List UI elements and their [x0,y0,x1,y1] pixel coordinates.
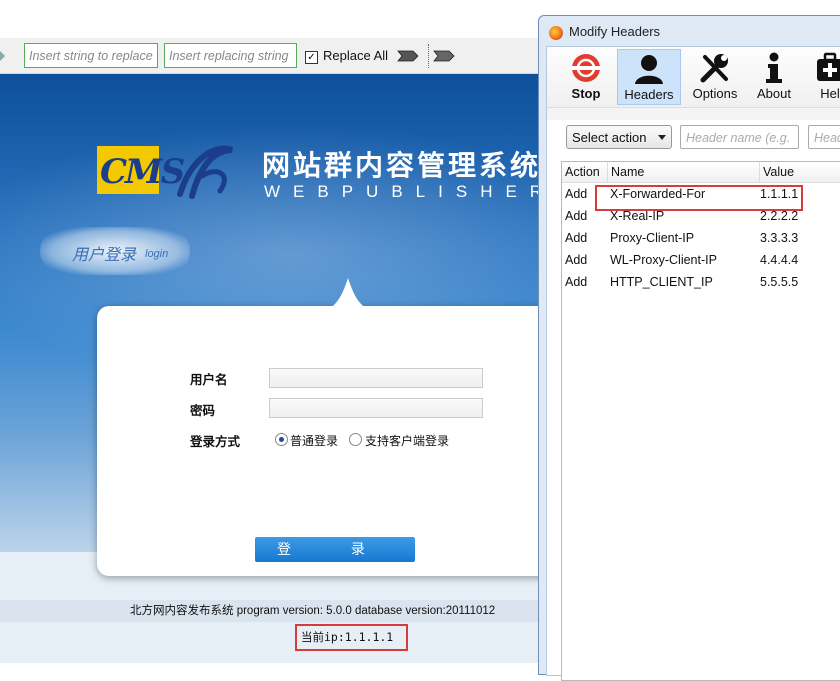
options-icon [700,54,728,83]
login-button[interactable]: 登 录 [255,537,415,562]
column-header-name[interactable]: Name [608,162,760,182]
chevron-down-icon [658,135,666,140]
extension-toolbar: Stop Headers Options About Hel [547,47,840,108]
username-input[interactable] [269,368,483,388]
find-replace-toolbar: Insert string to replace Insert replacin… [0,38,560,74]
row-value: 4.4.4.4 [760,253,799,267]
window-content: Stop Headers Options About Hel Select ac… [546,46,840,681]
password-label: 密码 [190,404,216,418]
header-name-input[interactable]: Header name (e.g. [680,125,799,149]
header-value-input[interactable]: Heac [808,125,840,149]
window-title: Modify Headers [569,24,661,39]
row-value: 3.3.3.3 [760,231,799,245]
system-title: 网站群内容管理系统 [262,150,542,181]
replace-string-input[interactable]: Insert replacing string [164,43,297,68]
version-text: 北方网内容发布系统 program version: 5.0.0 databas… [130,605,496,617]
select-action-value: Select action [572,130,647,145]
login-tab-title: 用户登录 [72,247,137,264]
row-name: WL-Proxy-Client-IP [610,253,717,267]
system-subtitle: WEBPUBLISHER [264,182,556,201]
table-row[interactable]: Add WL-Proxy-Client-IP 4.4.4.4 [562,249,840,271]
table-header: Action Name Value [562,162,840,183]
options-label: Options [692,86,738,101]
help-label: Hel [820,86,840,101]
stop-icon [572,54,600,82]
version-footer: 北方网内容发布系统 program version: 5.0.0 databas… [0,600,560,622]
headers-table: Action Name Value Add X-Forwarded-For 1.… [561,161,840,681]
help-button[interactable]: Hel [805,49,840,105]
login-mode-label: 登录方式 [190,435,241,449]
toolbar-separator [428,44,429,68]
about-icon [766,52,782,83]
replace-all-label: Replace All [323,48,389,63]
card-notch [318,278,378,314]
stop-button[interactable]: Stop [561,49,611,105]
stop-label: Stop [571,86,601,101]
row-name: HTTP_CLIENT_IP [610,275,713,289]
toolbar-divider [547,108,840,120]
options-button[interactable]: Options [687,49,743,105]
row-action: Add [565,209,588,223]
username-label: 用户名 [190,373,228,387]
table-row[interactable]: Add HTTP_CLIENT_IP 5.5.5.5 [562,271,840,293]
modify-headers-window: Modify Headers Stop Headers Options Abou… [538,15,840,681]
row-action: Add [565,275,588,289]
client-login-label: 支持客户端登录 [365,434,450,448]
headers-icon [635,55,663,84]
help-icon [817,52,840,81]
replace-next-icon[interactable] [397,50,419,62]
find-string-input[interactable]: Insert string to replace [24,43,158,68]
table-row[interactable]: Add Proxy-Client-IP 3.3.3.3 [562,227,840,249]
highlight-box [595,185,803,211]
login-tab-subtitle: login [145,248,169,260]
column-header-action[interactable]: Action [562,162,608,182]
normal-login-radio[interactable] [275,433,288,446]
column-header-value[interactable]: Value [760,162,840,182]
normal-login-label: 普通登录 [290,434,339,448]
client-login-radio[interactable] [349,433,362,446]
row-action: Add [565,231,588,245]
row-value: 5.5.5.5 [760,275,799,289]
password-input[interactable] [269,398,483,418]
about-button[interactable]: About [749,49,799,105]
headers-label: Headers [624,87,674,102]
firefox-icon [549,26,563,40]
replace-all-checkbox[interactable]: ✓ [305,51,318,64]
row-name: Proxy-Client-IP [610,231,695,245]
row-action: Add [565,253,588,267]
logo-swirl-icon [177,145,234,199]
row-action: Add [565,187,588,201]
headers-tab[interactable]: Headers [617,49,681,105]
current-ip-display: 当前ip:1.1.1.1 [295,624,408,651]
collapse-arrow-icon[interactable] [0,51,5,61]
select-action-dropdown[interactable]: Select action [566,125,672,149]
replace-all-run-icon[interactable] [433,50,455,62]
login-page: CMS 网站群内容管理系统 WEBPUBLISHER 用户登录 login 用户… [0,74,560,663]
about-label: About [757,86,791,101]
